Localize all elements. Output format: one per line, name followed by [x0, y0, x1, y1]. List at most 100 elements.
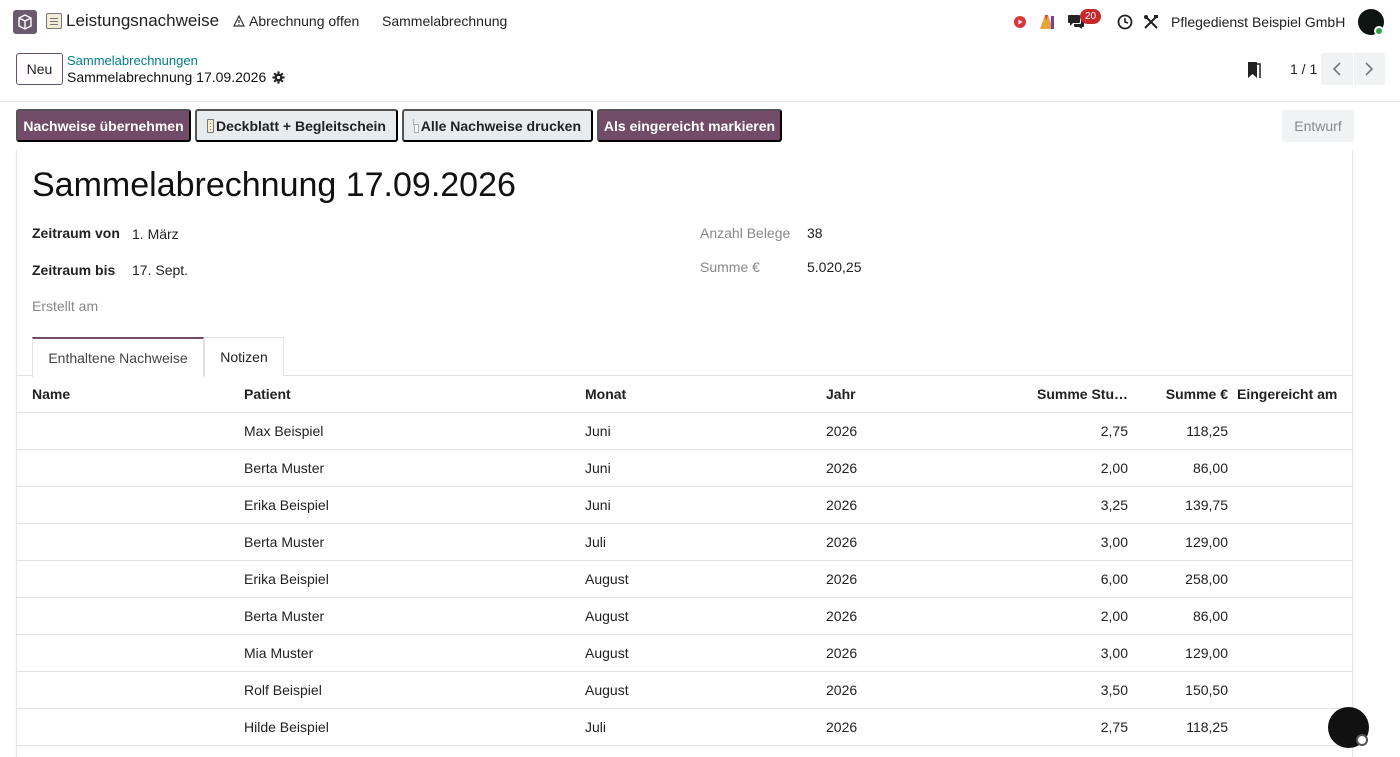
table-header: Name Patient Monat Jahr Summe Stu… Summe… — [16, 376, 1353, 413]
menu-abrechnung-offen[interactable]: Abrechnung offen — [233, 13, 359, 29]
chat-status-icon — [1356, 734, 1368, 746]
cell-patient: Hilde Beispiel — [244, 719, 329, 735]
take-over-records-button[interactable]: Nachweise übernehmen — [16, 109, 191, 142]
tab-included-records[interactable]: Enthaltene Nachweise — [32, 337, 204, 377]
column-header-name[interactable]: Name — [32, 386, 70, 402]
column-header-hours[interactable]: Summe Stu… — [1037, 386, 1128, 402]
table-body: Max Beispiel Juni 2026 2,75 118,25 Berta Must… — [16, 413, 1353, 746]
cell-hours: 2,75 — [1100, 423, 1128, 439]
cell-hours: 6,00 — [1100, 571, 1128, 587]
column-header-patient[interactable]: Patient — [244, 386, 291, 402]
cell-year: 2026 — [826, 423, 858, 439]
print-all-button[interactable]: Alle Nachweise drucken — [402, 109, 593, 142]
online-status-icon — [1374, 26, 1384, 36]
cell-patient: Berta Muster — [244, 460, 325, 476]
table-row[interactable]: Rolf Beispiel August 2026 3,50 150,50 — [16, 672, 1353, 709]
mark-submitted-button[interactable]: Als eingereicht markieren — [597, 109, 782, 142]
cell-month: August — [585, 645, 629, 661]
app-title-label: Leistungsnachweise — [66, 11, 220, 30]
control-panel: Neu Sammelabrechnungen Sammelabrechnung … — [0, 44, 1400, 102]
sum-label: Summe € — [700, 259, 760, 275]
cell-year: 2026 — [826, 719, 858, 735]
cell-sum: 129,00 — [1185, 534, 1228, 550]
period-to-field[interactable]: 17. Sept. — [132, 262, 188, 278]
apps-menu-icon[interactable] — [13, 10, 37, 34]
breadcrumb-parent-link[interactable]: Sammelabrechnungen — [67, 53, 198, 68]
clock-icon[interactable] — [1115, 12, 1135, 32]
menu-label: Sammelabrechnung — [382, 13, 508, 29]
cell-year: 2026 — [826, 497, 858, 513]
cover-sheet-label: Deckblatt + Begleitschein — [215, 117, 386, 134]
table-row[interactable]: Berta Muster Juli 2026 3,00 129,00 — [16, 524, 1353, 561]
top-navbar: Leistungsnachweise Abrechnung offen Samm… — [0, 0, 1400, 44]
cell-sum: 258,00 — [1185, 571, 1228, 587]
table-row[interactable]: Berta Muster Juni 2026 2,00 86,00 — [16, 450, 1353, 487]
cell-year: 2026 — [826, 682, 858, 698]
next-record-button[interactable] — [1353, 53, 1385, 85]
table-row[interactable]: Berta Muster August 2026 2,00 86,00 — [16, 598, 1353, 635]
period-from-field[interactable]: 1. März — [132, 226, 179, 242]
count-label: Anzahl Belege — [700, 225, 791, 241]
cell-year: 2026 — [826, 608, 858, 624]
chevron-right-icon — [1365, 62, 1374, 76]
messages-count-badge: 20 — [1080, 9, 1102, 24]
cell-patient: Max Beispiel — [244, 423, 324, 439]
pager-buttons — [1321, 53, 1385, 85]
cell-patient: Berta Muster — [244, 608, 325, 624]
gear-icon[interactable] — [272, 70, 285, 84]
cover-sheet-button[interactable]: Deckblatt + Begleitschein — [195, 109, 398, 142]
cell-sum: 86,00 — [1192, 460, 1228, 476]
warning-icon — [233, 15, 245, 27]
cell-hours: 3,00 — [1100, 645, 1128, 661]
clipboard-icon — [46, 13, 62, 29]
table-row[interactable]: Max Beispiel Juni 2026 2,75 118,25 — [16, 413, 1353, 450]
cell-year: 2026 — [826, 460, 858, 476]
menu-sammelabrechnung[interactable]: Sammelabrechnung — [382, 13, 507, 29]
app-title[interactable]: Leistungsnachweise — [46, 11, 219, 31]
cell-hours: 2,00 — [1100, 608, 1128, 624]
cell-month: August — [585, 571, 629, 587]
cell-patient: Erika Beispiel — [244, 497, 329, 513]
cell-month: August — [585, 682, 629, 698]
document-icon — [207, 118, 214, 133]
column-header-sum[interactable]: Summe € — [1166, 386, 1228, 402]
notebook-tabs: Enthaltene Nachweise Notizen — [16, 337, 1353, 377]
previous-record-button[interactable] — [1321, 53, 1353, 85]
cell-hours: 2,75 — [1100, 719, 1128, 735]
tab-notes[interactable]: Notizen — [204, 337, 284, 376]
cell-year: 2026 — [826, 534, 858, 550]
table-row[interactable]: Erika Beispiel Juni 2026 3,25 139,75 — [16, 487, 1353, 524]
record-icon[interactable] — [1010, 12, 1030, 32]
new-button[interactable]: Neu — [16, 53, 63, 85]
sum-value: 5.020,25 — [807, 259, 862, 275]
cell-sum: 118,25 — [1186, 719, 1228, 735]
created-label: Erstellt am — [32, 298, 99, 314]
cell-month: Juni — [585, 423, 611, 439]
status-draft[interactable]: Entwurf — [1282, 110, 1354, 142]
cell-patient: Rolf Beispiel — [244, 682, 322, 698]
cell-year: 2026 — [826, 645, 858, 661]
ai-assistant-icon[interactable] — [1037, 12, 1057, 32]
bookmark-icon[interactable] — [1247, 61, 1261, 79]
cell-hours: 3,00 — [1100, 534, 1128, 550]
period-from-label: Zeitraum von — [32, 225, 120, 241]
chevron-left-icon — [1332, 62, 1341, 76]
cell-month: Juli — [585, 719, 607, 735]
column-header-submitted[interactable]: Eingereicht am — [1237, 386, 1337, 402]
cell-year: 2026 — [826, 571, 858, 587]
column-header-month[interactable]: Monat — [585, 386, 626, 402]
company-switcher[interactable]: Pflegedienst Beispiel GmbH — [1171, 14, 1345, 30]
column-header-year[interactable]: Jahr — [826, 386, 856, 402]
cell-sum: 139,75 — [1185, 497, 1228, 513]
cell-patient: Mia Muster — [244, 645, 314, 661]
pager-value[interactable]: 1 / 1 — [1290, 61, 1317, 77]
cell-month: Juni — [585, 497, 611, 513]
records-table: Name Patient Monat Jahr Summe Stu… Summe… — [16, 376, 1353, 746]
table-row[interactable]: Hilde Beispiel Juli 2026 2,75 118,25 — [16, 709, 1353, 746]
table-row[interactable]: Mia Muster August 2026 3,00 129,00 — [16, 635, 1353, 672]
table-row[interactable]: Erika Beispiel August 2026 6,00 258,00 — [16, 561, 1353, 598]
cell-month: August — [585, 608, 629, 624]
tools-icon[interactable] — [1141, 12, 1161, 32]
cell-month: Juli — [585, 534, 607, 550]
cell-hours: 2,00 — [1100, 460, 1128, 476]
